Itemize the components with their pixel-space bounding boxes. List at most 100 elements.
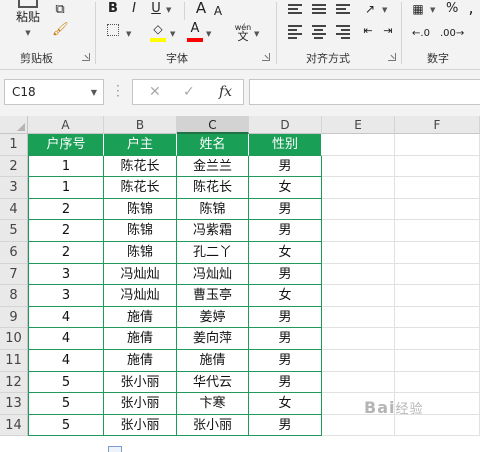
table-cell[interactable]: 陈花长 [104,177,177,199]
chevron-down-icon[interactable]: ▼ [382,6,387,14]
bold-button[interactable]: B [106,1,120,17]
italic-button[interactable]: I [128,1,140,17]
table-cell[interactable]: 2 [28,198,104,221]
decrease-indent-button[interactable]: ⇤ [360,23,376,39]
table-cell[interactable]: 施倩 [104,306,177,329]
empty-cell[interactable] [322,220,395,242]
table-cell[interactable]: 施倩 [177,350,249,372]
quick-analysis-icon[interactable] [108,446,122,452]
table-cell[interactable]: 1 [28,177,104,199]
underline-button[interactable]: U [150,1,162,17]
row-header[interactable]: 3 [0,177,28,199]
header-cell[interactable]: 户序号 [28,134,104,156]
empty-cell[interactable] [322,263,395,286]
table-cell[interactable]: 男 [249,371,322,394]
table-cell[interactable]: 冯灿灿 [104,285,177,307]
table-cell[interactable]: 4 [28,306,104,329]
empty-cell[interactable] [395,220,480,242]
table-cell[interactable]: 张小丽 [104,371,177,394]
chevron-down-icon[interactable]: ▼ [430,6,435,14]
font-launcher-icon[interactable] [262,53,270,61]
align-top-icon[interactable] [288,4,302,16]
chevron-down-icon[interactable]: ▼ [126,30,131,38]
row-header[interactable]: 9 [0,306,28,329]
increase-decimal-button[interactable]: ←.0 [410,25,432,42]
empty-cell[interactable] [322,285,395,307]
table-cell[interactable]: 陈锦 [104,242,177,264]
row-header[interactable]: 13 [0,393,28,415]
chevron-down-icon[interactable]: ▼ [166,6,171,14]
percent-button[interactable]: % [446,1,458,17]
alignment-launcher-icon[interactable] [388,53,396,61]
table-cell[interactable]: 冯紫霜 [177,220,249,242]
table-cell[interactable]: 男 [249,155,322,178]
table-cell[interactable]: 5 [28,393,104,415]
align-right-icon[interactable] [336,25,350,41]
table-cell[interactable]: 男 [249,263,322,286]
table-cell[interactable]: 男 [249,306,322,329]
align-middle-icon[interactable] [312,4,326,16]
align-bottom-icon[interactable] [336,4,350,16]
empty-cell[interactable] [322,414,395,437]
table-cell[interactable]: 女 [249,177,322,199]
chevron-down-icon[interactable]: ▼ [206,30,211,38]
column-header-f[interactable]: F [395,116,480,134]
table-cell[interactable]: 陈锦 [177,198,249,221]
row-header[interactable]: 1 [0,134,28,156]
empty-cell[interactable] [322,350,395,372]
table-cell[interactable]: 女 [249,393,322,415]
table-cell[interactable]: 张小丽 [104,414,177,437]
empty-cell[interactable] [395,306,480,329]
table-cell[interactable]: 陈花长 [177,177,249,199]
table-cell[interactable]: 施倩 [104,328,177,350]
table-cell[interactable]: 姜向萍 [177,328,249,350]
table-cell[interactable]: 5 [28,371,104,394]
empty-cell[interactable] [395,414,480,437]
comma-button[interactable]: , [466,0,476,16]
column-header-e[interactable]: E [322,116,395,134]
row-header[interactable]: 14 [0,414,28,437]
empty-cell[interactable] [395,263,480,286]
empty-cell[interactable] [395,350,480,372]
empty-cell[interactable] [322,371,395,394]
table-cell[interactable]: 男 [249,198,322,221]
header-cell[interactable]: 姓名 [177,134,249,156]
grow-font-button[interactable]: A [194,0,208,16]
column-header-d[interactable]: D [249,116,322,134]
table-cell[interactable]: 陈锦 [104,220,177,242]
increase-indent-button[interactable]: ⇥ [380,23,396,39]
table-cell[interactable]: 陈花长 [104,155,177,178]
row-header[interactable]: 11 [0,350,28,372]
table-cell[interactable]: 张小丽 [104,393,177,415]
select-all-corner[interactable] [0,116,28,134]
align-left-icon[interactable] [288,25,302,41]
font-color-button[interactable]: A [188,21,202,37]
table-cell[interactable]: 4 [28,328,104,350]
shrink-font-button[interactable]: A [212,3,224,19]
enter-icon[interactable]: ✓ [183,84,195,100]
table-cell[interactable]: 女 [249,285,322,307]
table-cell[interactable]: 5 [28,414,104,437]
empty-cell[interactable] [395,285,480,307]
table-cell[interactable]: 冯灿灿 [104,263,177,286]
empty-cell[interactable] [395,177,480,199]
table-cell[interactable]: 3 [28,263,104,286]
chevron-down-icon[interactable]: ▼ [91,88,97,97]
row-header[interactable]: 12 [0,371,28,394]
table-cell[interactable]: 卞寒 [177,393,249,415]
cancel-icon[interactable]: ✕ [149,84,161,100]
paste-button[interactable]: 粘贴 ▼ [12,0,44,41]
empty-cell[interactable] [395,134,480,156]
empty-cell[interactable] [395,371,480,394]
decrease-decimal-button[interactable]: .00→ [440,25,464,42]
borders-button[interactable] [106,24,120,41]
clipboard-launcher-icon[interactable] [82,53,90,61]
table-cell[interactable]: 华代云 [177,371,249,394]
empty-cell[interactable] [322,177,395,199]
row-header[interactable]: 5 [0,220,28,242]
empty-cell[interactable] [322,155,395,178]
column-header-a[interactable]: A [28,116,104,134]
fill-color-button[interactable]: ◇ [150,21,166,38]
row-header[interactable]: 8 [0,285,28,307]
row-header[interactable]: 10 [0,328,28,350]
